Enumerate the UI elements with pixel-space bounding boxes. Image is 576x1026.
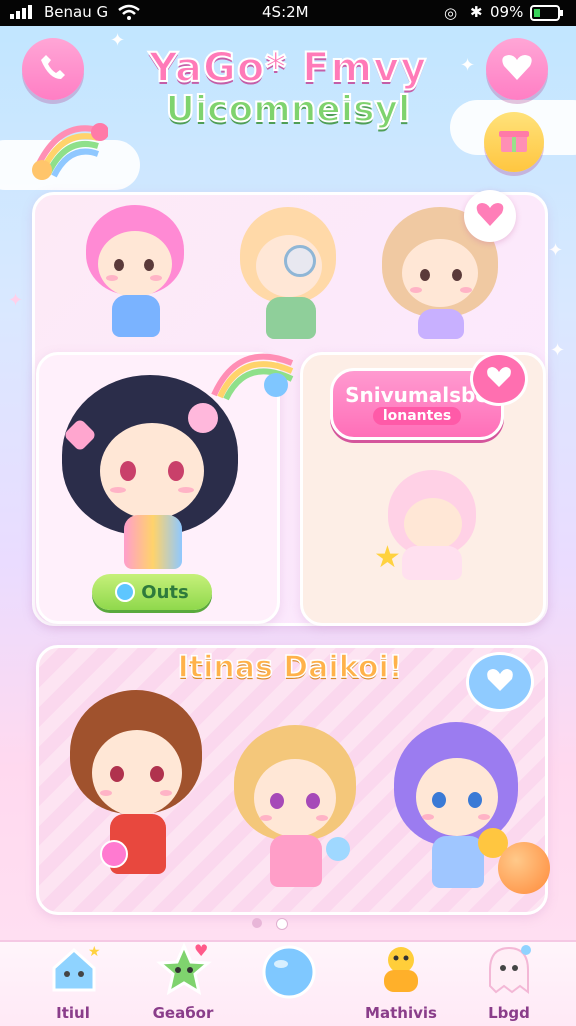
call-button[interactable] [22,38,84,100]
balloon-decoration [498,842,550,894]
nav-item-gear[interactable]: ♥ Geaбor [138,941,228,1026]
star-icon: ♥ [156,941,212,1000]
outs-button[interactable]: Outs [92,574,212,610]
svg-text:★: ★ [88,944,100,960]
bluetooth-icon: ✱ [470,3,483,21]
sparkle-icon: ✦ [110,30,126,51]
nav-label-gear: Geaбor [152,1004,214,1022]
gift-button[interactable] [484,112,544,172]
rainbow-decoration [28,110,109,184]
bottom-nav: ★ Itiul ♥ Geaбor Mathivis Lbgd [0,940,576,1026]
character-pink-cat[interactable] [80,205,190,340]
battery-label: 09% [490,3,524,21]
page-dot[interactable] [252,918,262,928]
sparkle-icon: ✦ [548,240,564,261]
character-bunny-hood[interactable] [388,460,478,580]
star-icon: ★ [374,540,401,575]
home-icon: ★ [48,944,101,1000]
heart-icon [486,365,512,393]
wifi-icon [118,4,140,24]
sparkle-icon: ✦ [550,340,566,361]
check-circle-icon [115,582,136,602]
speech-bubble-title: Snivumalsbe [345,383,489,407]
speech-bubble-subtitle: lonantes [372,407,462,425]
clock: 4S:2M [262,3,309,21]
character-dark-hair-girl[interactable] [62,375,242,570]
duck-icon [374,942,428,1000]
title-line-1: YaGo* Fmvy [148,45,428,91]
chat-bubble-icon [260,944,318,1006]
nav-label-home: Itiul [56,1004,90,1022]
page-dot-active[interactable] [276,918,288,930]
title-line-2: Uiсomneisyl [165,89,412,131]
phone-icon [37,51,69,87]
character-bear-hood[interactable] [240,205,340,340]
nav-item-mathivis[interactable]: Mathivis [356,942,446,1026]
gift-icon [499,127,529,157]
nav-item-home[interactable]: ★ Itiul [28,942,118,1026]
battery-icon [530,5,564,25]
like-bubble-button[interactable] [466,652,534,712]
heart-icon [486,667,514,697]
signal-icon [10,5,34,23]
daily-panel-title: Itinas Daikoi! [177,649,403,686]
heart-bubble [470,352,528,406]
heart-icon [501,52,533,86]
app-title: YaGo* Fmvy Uiсomneisyl [120,45,456,131]
carrier-label: Benau G [44,3,109,21]
page-indicator [252,918,288,930]
sparkle-icon: ✦ [8,290,24,311]
like-button[interactable] [464,190,516,242]
alarm-icon: ◎ [444,4,458,22]
character-brown-hair[interactable] [66,690,206,890]
nav-label-lbgd: Lbgd [488,1004,530,1022]
favorites-button[interactable] [486,38,548,100]
nav-item-lbgd[interactable]: Lbgd [464,942,554,1026]
nav-label-mathivis: Mathivis [365,1004,437,1022]
character-blonde-pigtails[interactable] [230,715,360,890]
status-bar: Benau G 4S:2M ◎ ✱ 09% [0,0,576,26]
nav-item-chat[interactable] [244,942,334,1026]
heart-icon [475,200,505,232]
ghost-icon [482,942,536,1002]
sparkle-icon: ✦ [460,55,476,76]
svg-text:♥: ♥ [194,942,208,960]
outs-button-label: Outs [141,581,189,603]
